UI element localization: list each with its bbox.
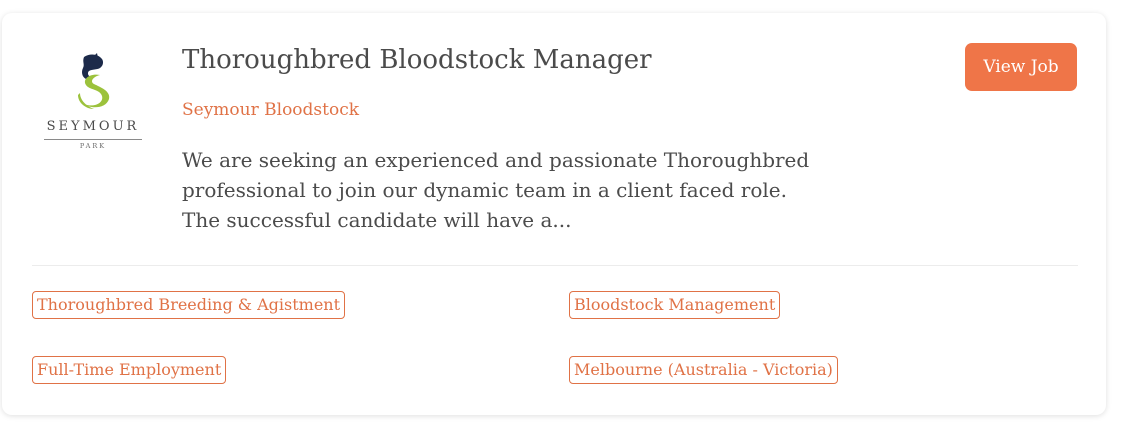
seymour-horse-s-icon [78, 53, 110, 109]
tag-employment-type[interactable]: Full-Time Employment [32, 356, 227, 384]
tag-specialty[interactable]: Bloodstock Management [569, 291, 781, 319]
job-description: We are seeking an experienced and passio… [182, 148, 810, 232]
logo-wordmark: SEYMOUR [46, 119, 140, 134]
view-job-button[interactable]: View Job [965, 43, 1077, 91]
job-card[interactable]: SEYMOUR PARK Thoroughbred Bloodstock Man… [2, 13, 1106, 415]
card-divider [32, 265, 1078, 266]
logo-subtitle: PARK [79, 142, 107, 150]
company-name[interactable]: Seymour Bloodstock [182, 100, 359, 120]
job-title[interactable]: Thoroughbred Bloodstock Manager [182, 45, 652, 75]
tag-location[interactable]: Melbourne (Australia - Victoria) [569, 356, 838, 384]
company-logo[interactable]: SEYMOUR PARK [38, 53, 148, 153]
tag-category[interactable]: Thoroughbred Breeding & Agistment [32, 291, 346, 319]
logo-divider [44, 139, 142, 140]
